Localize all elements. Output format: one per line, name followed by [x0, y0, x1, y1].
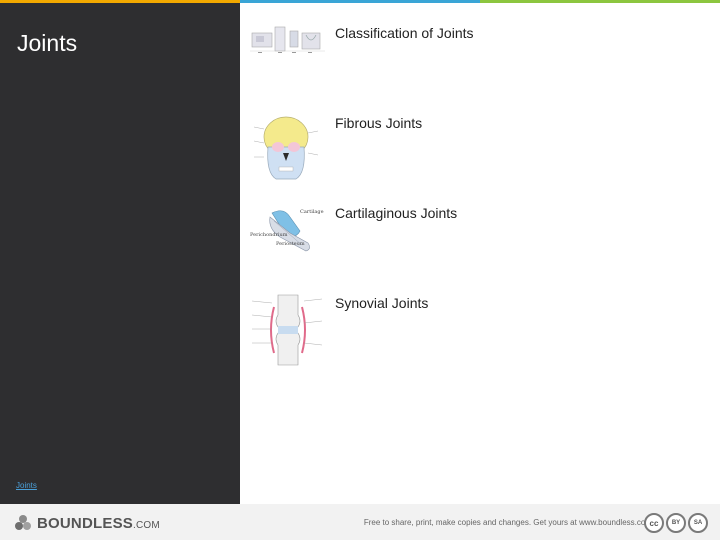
list-item-fibrous[interactable]: Fibrous Joints — [250, 113, 710, 193]
sidebar: Joints Joints — [0, 3, 240, 504]
logo-text: BOUNDLESS.COM — [37, 514, 160, 532]
list-item-classification[interactable]: Classification of Joints — [250, 23, 710, 103]
by-attribution-icon: BY — [666, 513, 686, 533]
footer-note: Free to share, print, make copies and ch… — [363, 518, 652, 527]
diagram-label-cartilage: Cartilage — [300, 209, 324, 215]
boundless-logo[interactable]: BOUNDLESS.COM — [14, 513, 160, 533]
list-item-label: Fibrous Joints — [335, 115, 423, 131]
skeleton-joints-thumbnail-icon — [250, 26, 325, 53]
footer: BOUNDLESS.COM Free to share, print, make… — [0, 504, 720, 540]
list-item-cartilaginous[interactable]: Cartilage Perichondrium Periosteum Carti… — [250, 203, 710, 283]
boundless-logo-icon — [15, 515, 31, 530]
diagram-label-periosteum: Periosteum — [276, 241, 305, 247]
page-title: Joints — [17, 30, 78, 56]
cc-license-icon: cc — [644, 513, 664, 533]
list-item-label: Synovial Joints — [335, 295, 429, 311]
list-item-label: Cartilaginous Joints — [335, 205, 458, 221]
sidebar-link-joints[interactable]: Joints — [16, 481, 37, 490]
sa-share-alike-icon: SA — [688, 513, 708, 533]
skull-thumbnail-icon — [253, 116, 319, 180]
list-item-label: Classification of Joints — [335, 25, 474, 41]
cartilage-bone-thumbnail-icon: Cartilage Perichondrium Periosteum — [250, 209, 324, 252]
license-badges[interactable]: cc BY SA — [644, 512, 708, 534]
main-content: Classification of Joints Fibrous Joints … — [240, 3, 720, 504]
list-item-synovial[interactable]: Synovial Joints — [250, 293, 710, 373]
synovial-joint-thumbnail-icon — [251, 294, 323, 366]
diagram-label-perichondrium: Perichondrium — [250, 232, 288, 238]
